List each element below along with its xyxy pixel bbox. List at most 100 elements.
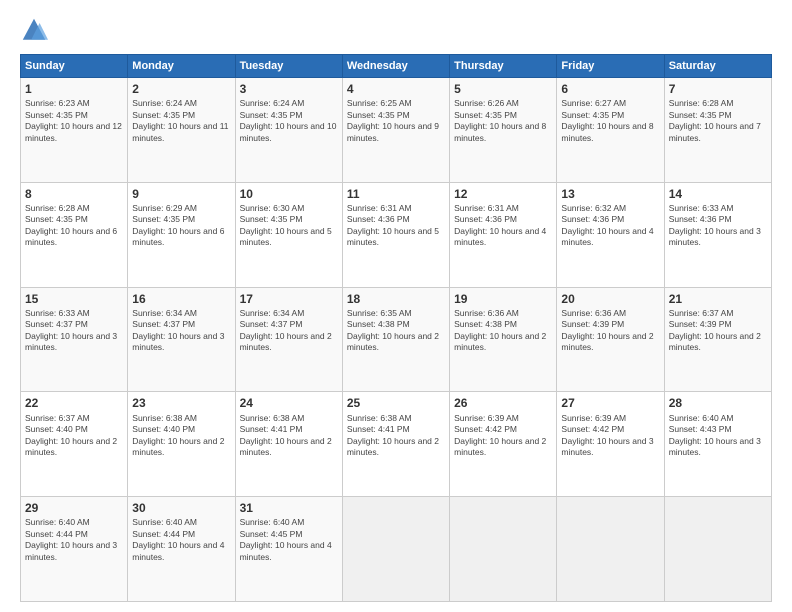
day-info: Sunrise: 6:31 AMSunset: 4:36 PMDaylight:… xyxy=(454,203,552,249)
calendar-cell: 18Sunrise: 6:35 AMSunset: 4:38 PMDayligh… xyxy=(342,287,449,392)
calendar-cell: 31Sunrise: 6:40 AMSunset: 4:45 PMDayligh… xyxy=(235,497,342,602)
calendar-cell: 28 Sunrise: 6:40 AMSunset: 4:43 PMDayligh… xyxy=(664,392,771,497)
day-info: Sunrise: 6:33 AMSunset: 4:37 PMDaylight:… xyxy=(25,308,123,354)
calendar-cell: 24 Sunrise: 6:38 AMSunset: 4:41 PMDayligh… xyxy=(235,392,342,497)
day-info: Sunrise: 6:38 AMSunset: 4:41 PMDaylight:… xyxy=(240,413,338,459)
day-info: Sunrise: 6:33 AMSunset: 4:36 PMDaylight:… xyxy=(669,203,767,249)
calendar-cell: 6Sunrise: 6:27 AMSunset: 4:35 PMDaylight… xyxy=(557,78,664,183)
day-number: 6 xyxy=(561,81,659,97)
calendar-cell: 12Sunrise: 6:31 AMSunset: 4:36 PMDayligh… xyxy=(450,182,557,287)
col-header-tuesday: Tuesday xyxy=(235,55,342,78)
day-info: Sunrise: 6:23 AMSunset: 4:35 PMDaylight:… xyxy=(25,98,123,144)
calendar-cell: 9Sunrise: 6:29 AMSunset: 4:35 PMDaylight… xyxy=(128,182,235,287)
calendar-cell: 8Sunrise: 6:28 AMSunset: 4:35 PMDaylight… xyxy=(21,182,128,287)
calendar-cell: 5Sunrise: 6:26 AMSunset: 4:35 PMDaylight… xyxy=(450,78,557,183)
col-header-sunday: Sunday xyxy=(21,55,128,78)
calendar-header-row: SundayMondayTuesdayWednesdayThursdayFrid… xyxy=(21,55,772,78)
calendar-cell: 13Sunrise: 6:32 AMSunset: 4:36 PMDayligh… xyxy=(557,182,664,287)
day-info: Sunrise: 6:28 AMSunset: 4:35 PMDaylight:… xyxy=(25,203,123,249)
day-number: 3 xyxy=(240,81,338,97)
day-number: 24 xyxy=(240,395,338,411)
calendar-cell xyxy=(557,497,664,602)
day-number: 4 xyxy=(347,81,445,97)
day-info: Sunrise: 6:38 AMSunset: 4:40 PMDaylight:… xyxy=(132,413,230,459)
calendar-cell: 1Sunrise: 6:23 AMSunset: 4:35 PMDaylight… xyxy=(21,78,128,183)
day-info: Sunrise: 6:39 AMSunset: 4:42 PMDaylight:… xyxy=(454,413,552,459)
calendar-week-3: 15Sunrise: 6:33 AMSunset: 4:37 PMDayligh… xyxy=(21,287,772,392)
calendar-week-5: 29Sunrise: 6:40 AMSunset: 4:44 PMDayligh… xyxy=(21,497,772,602)
day-info: Sunrise: 6:35 AMSunset: 4:38 PMDaylight:… xyxy=(347,308,445,354)
day-number: 25 xyxy=(347,395,445,411)
day-info: Sunrise: 6:39 AMSunset: 4:42 PMDaylight:… xyxy=(561,413,659,459)
day-info: Sunrise: 6:34 AMSunset: 4:37 PMDaylight:… xyxy=(132,308,230,354)
col-header-thursday: Thursday xyxy=(450,55,557,78)
day-info: Sunrise: 6:25 AMSunset: 4:35 PMDaylight:… xyxy=(347,98,445,144)
day-number: 11 xyxy=(347,186,445,202)
day-number: 20 xyxy=(561,291,659,307)
day-number: 30 xyxy=(132,500,230,516)
day-info: Sunrise: 6:37 AMSunset: 4:40 PMDaylight:… xyxy=(25,413,123,459)
calendar-cell: 2Sunrise: 6:24 AMSunset: 4:35 PMDaylight… xyxy=(128,78,235,183)
logo-icon xyxy=(20,16,48,44)
day-number: 21 xyxy=(669,291,767,307)
calendar-cell: 27 Sunrise: 6:39 AMSunset: 4:42 PMDayligh… xyxy=(557,392,664,497)
col-header-monday: Monday xyxy=(128,55,235,78)
calendar-cell xyxy=(664,497,771,602)
day-info: Sunrise: 6:31 AMSunset: 4:36 PMDaylight:… xyxy=(347,203,445,249)
day-number: 23 xyxy=(132,395,230,411)
calendar-cell: 23 Sunrise: 6:38 AMSunset: 4:40 PMDayligh… xyxy=(128,392,235,497)
day-number: 16 xyxy=(132,291,230,307)
day-number: 28 xyxy=(669,395,767,411)
calendar-cell: 7Sunrise: 6:28 AMSunset: 4:35 PMDaylight… xyxy=(664,78,771,183)
calendar-cell: 29Sunrise: 6:40 AMSunset: 4:44 PMDayligh… xyxy=(21,497,128,602)
day-number: 9 xyxy=(132,186,230,202)
day-number: 26 xyxy=(454,395,552,411)
day-info: Sunrise: 6:24 AMSunset: 4:35 PMDaylight:… xyxy=(132,98,230,144)
calendar-cell: 17Sunrise: 6:34 AMSunset: 4:37 PMDayligh… xyxy=(235,287,342,392)
day-info: Sunrise: 6:28 AMSunset: 4:35 PMDaylight:… xyxy=(669,98,767,144)
calendar-cell xyxy=(450,497,557,602)
day-number: 17 xyxy=(240,291,338,307)
day-number: 12 xyxy=(454,186,552,202)
day-info: Sunrise: 6:37 AMSunset: 4:39 PMDaylight:… xyxy=(669,308,767,354)
day-number: 22 xyxy=(25,395,123,411)
day-info: Sunrise: 6:32 AMSunset: 4:36 PMDaylight:… xyxy=(561,203,659,249)
calendar-cell xyxy=(342,497,449,602)
day-info: Sunrise: 6:40 AMSunset: 4:45 PMDaylight:… xyxy=(240,517,338,563)
calendar-cell: 14Sunrise: 6:33 AMSunset: 4:36 PMDayligh… xyxy=(664,182,771,287)
calendar-cell: 26 Sunrise: 6:39 AMSunset: 4:42 PMDayligh… xyxy=(450,392,557,497)
col-header-friday: Friday xyxy=(557,55,664,78)
calendar-cell: 16Sunrise: 6:34 AMSunset: 4:37 PMDayligh… xyxy=(128,287,235,392)
day-number: 8 xyxy=(25,186,123,202)
day-info: Sunrise: 6:26 AMSunset: 4:35 PMDaylight:… xyxy=(454,98,552,144)
calendar-cell: 20Sunrise: 6:36 AMSunset: 4:39 PMDayligh… xyxy=(557,287,664,392)
day-number: 2 xyxy=(132,81,230,97)
calendar-week-2: 8Sunrise: 6:28 AMSunset: 4:35 PMDaylight… xyxy=(21,182,772,287)
logo xyxy=(20,16,52,44)
day-info: Sunrise: 6:29 AMSunset: 4:35 PMDaylight:… xyxy=(132,203,230,249)
day-number: 18 xyxy=(347,291,445,307)
day-number: 5 xyxy=(454,81,552,97)
day-info: Sunrise: 6:34 AMSunset: 4:37 PMDaylight:… xyxy=(240,308,338,354)
day-number: 15 xyxy=(25,291,123,307)
day-info: Sunrise: 6:24 AMSunset: 4:35 PMDaylight:… xyxy=(240,98,338,144)
day-info: Sunrise: 6:27 AMSunset: 4:35 PMDaylight:… xyxy=(561,98,659,144)
day-number: 13 xyxy=(561,186,659,202)
day-number: 31 xyxy=(240,500,338,516)
calendar-cell: 11Sunrise: 6:31 AMSunset: 4:36 PMDayligh… xyxy=(342,182,449,287)
day-number: 27 xyxy=(561,395,659,411)
day-number: 7 xyxy=(669,81,767,97)
calendar-cell: 15Sunrise: 6:33 AMSunset: 4:37 PMDayligh… xyxy=(21,287,128,392)
calendar-cell: 25Sunrise: 6:38 AMSunset: 4:41 PMDayligh… xyxy=(342,392,449,497)
day-info: Sunrise: 6:40 AMSunset: 4:44 PMDaylight:… xyxy=(25,517,123,563)
calendar-cell: 19Sunrise: 6:36 AMSunset: 4:38 PMDayligh… xyxy=(450,287,557,392)
day-number: 29 xyxy=(25,500,123,516)
calendar-table: SundayMondayTuesdayWednesdayThursdayFrid… xyxy=(20,54,772,602)
day-info: Sunrise: 6:40 AMSunset: 4:43 PMDaylight:… xyxy=(669,413,767,459)
day-info: Sunrise: 6:36 AMSunset: 4:38 PMDaylight:… xyxy=(454,308,552,354)
col-header-saturday: Saturday xyxy=(664,55,771,78)
day-number: 14 xyxy=(669,186,767,202)
calendar-cell: 21Sunrise: 6:37 AMSunset: 4:39 PMDayligh… xyxy=(664,287,771,392)
calendar-cell: 30Sunrise: 6:40 AMSunset: 4:44 PMDayligh… xyxy=(128,497,235,602)
day-number: 1 xyxy=(25,81,123,97)
